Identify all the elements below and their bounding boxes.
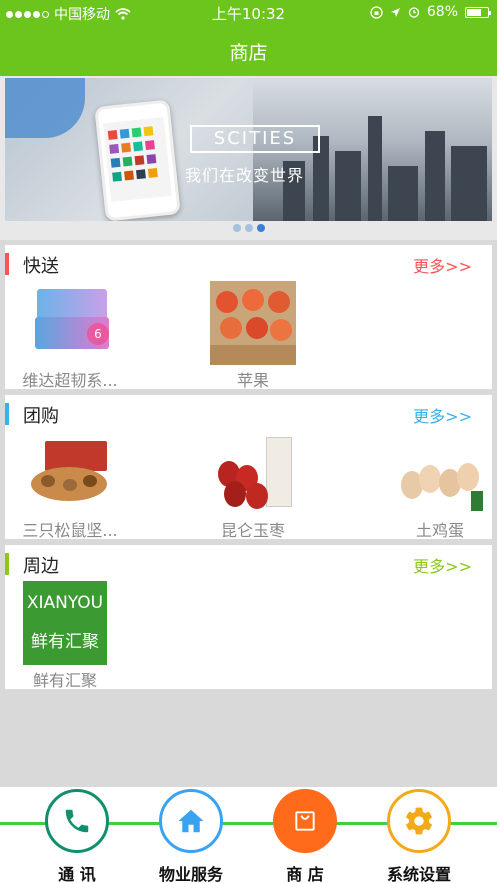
status-bar: 中国移动 上午10:32 68% xyxy=(0,0,497,26)
section-nearby: 周边 更多>> XIANYOU 鲜有汇聚 鲜有汇聚 xyxy=(5,545,492,690)
product-label: 维达超韧系... xyxy=(22,371,118,390)
banner-carousel[interactable]: SCITIES 我们在改变世界 xyxy=(0,76,497,240)
section-title: 周边 xyxy=(23,556,59,577)
product-item[interactable]: 6 维达超韧系... xyxy=(0,281,145,391)
product-item[interactable]: 昆仑玉枣 xyxy=(178,431,328,541)
product-image-nuts[interactable] xyxy=(27,431,113,515)
product-image-tissue[interactable]: 6 xyxy=(27,281,113,365)
store-item[interactable]: XIANYOU 鲜有汇聚 鲜有汇聚 xyxy=(0,581,140,691)
product-label: 三只松鼠坚... xyxy=(22,521,118,540)
banner-logo: SCITIES xyxy=(190,125,320,153)
tab-label: 通 讯 xyxy=(58,865,96,883)
location-icon xyxy=(390,7,400,17)
page-title: 商店 xyxy=(229,42,268,64)
top-header: 中国移动 上午10:32 68% 商店 xyxy=(0,0,497,76)
logo-cn-text: 鲜有汇聚 xyxy=(31,632,99,652)
shopping-bag-icon xyxy=(277,793,333,849)
store-label: 鲜有汇聚 xyxy=(32,671,97,690)
tab-communication[interactable]: 通 讯 xyxy=(22,789,132,883)
tab-store[interactable]: 商 店 xyxy=(250,789,360,883)
tab-property-service[interactable]: 物业服务 xyxy=(136,789,246,883)
tab-icon-circle[interactable] xyxy=(159,789,223,853)
product-item[interactable]: 土鸡蛋 xyxy=(365,431,497,541)
pager-dot-active[interactable] xyxy=(256,224,265,232)
carousel-pager[interactable] xyxy=(0,224,497,232)
product-label: 昆仑玉枣 xyxy=(220,521,285,540)
battery-percent: 68% xyxy=(426,4,458,20)
tab-settings[interactable]: 系统设置 xyxy=(364,789,474,883)
tab-icon-circle[interactable] xyxy=(387,789,451,853)
section-title: 快送 xyxy=(23,256,59,277)
product-image-dates[interactable] xyxy=(210,431,296,515)
product-label: 土鸡蛋 xyxy=(415,521,464,540)
phone-illustration xyxy=(94,99,181,221)
more-link[interactable]: 更多>> xyxy=(413,253,472,277)
tab-label: 商 店 xyxy=(286,865,324,883)
tab-icon-circle[interactable] xyxy=(273,789,337,853)
banner-slogan: 我们在改变世界 xyxy=(185,166,305,185)
product-label: 苹果 xyxy=(236,371,269,390)
section-group-buy: 团购 更多>> 三只松鼠坚... 昆仑玉枣 土鸡蛋 xyxy=(5,395,492,541)
product-item[interactable]: 三只松鼠坚... xyxy=(0,431,145,541)
tab-icon-circle[interactable] xyxy=(45,789,109,853)
banner-image[interactable]: SCITIES 我们在改变世界 xyxy=(5,78,492,221)
alarm-icon xyxy=(408,7,420,18)
gear-icon xyxy=(391,793,447,849)
more-link[interactable]: 更多>> xyxy=(413,403,472,427)
phone-icon xyxy=(49,793,105,849)
store-logo-xianyou[interactable]: XIANYOU 鲜有汇聚 xyxy=(23,581,107,665)
tab-label: 系统设置 xyxy=(386,865,451,883)
bottom-tabbar: 通 讯 物业服务 商 店 系统设置 xyxy=(0,787,497,883)
battery-icon xyxy=(465,6,491,18)
section-accent-bar xyxy=(5,253,9,275)
tab-label: 物业服务 xyxy=(158,865,223,883)
orientation-lock-icon xyxy=(370,5,383,19)
section-express: 快送 更多>> 6 维达超韧系... 苹果 xyxy=(5,245,492,391)
product-image-apple[interactable] xyxy=(210,281,296,365)
section-accent-bar xyxy=(5,403,9,425)
product-image-eggs[interactable] xyxy=(397,431,483,515)
house-icon xyxy=(163,793,219,849)
section-accent-bar xyxy=(5,553,9,575)
section-title: 团购 xyxy=(23,406,59,427)
pager-dot[interactable] xyxy=(232,224,241,232)
logo-en-text: XIANYOU xyxy=(26,593,104,613)
product-item[interactable]: 苹果 xyxy=(178,281,328,391)
pager-dot[interactable] xyxy=(244,224,253,232)
more-link[interactable]: 更多>> xyxy=(413,553,472,577)
